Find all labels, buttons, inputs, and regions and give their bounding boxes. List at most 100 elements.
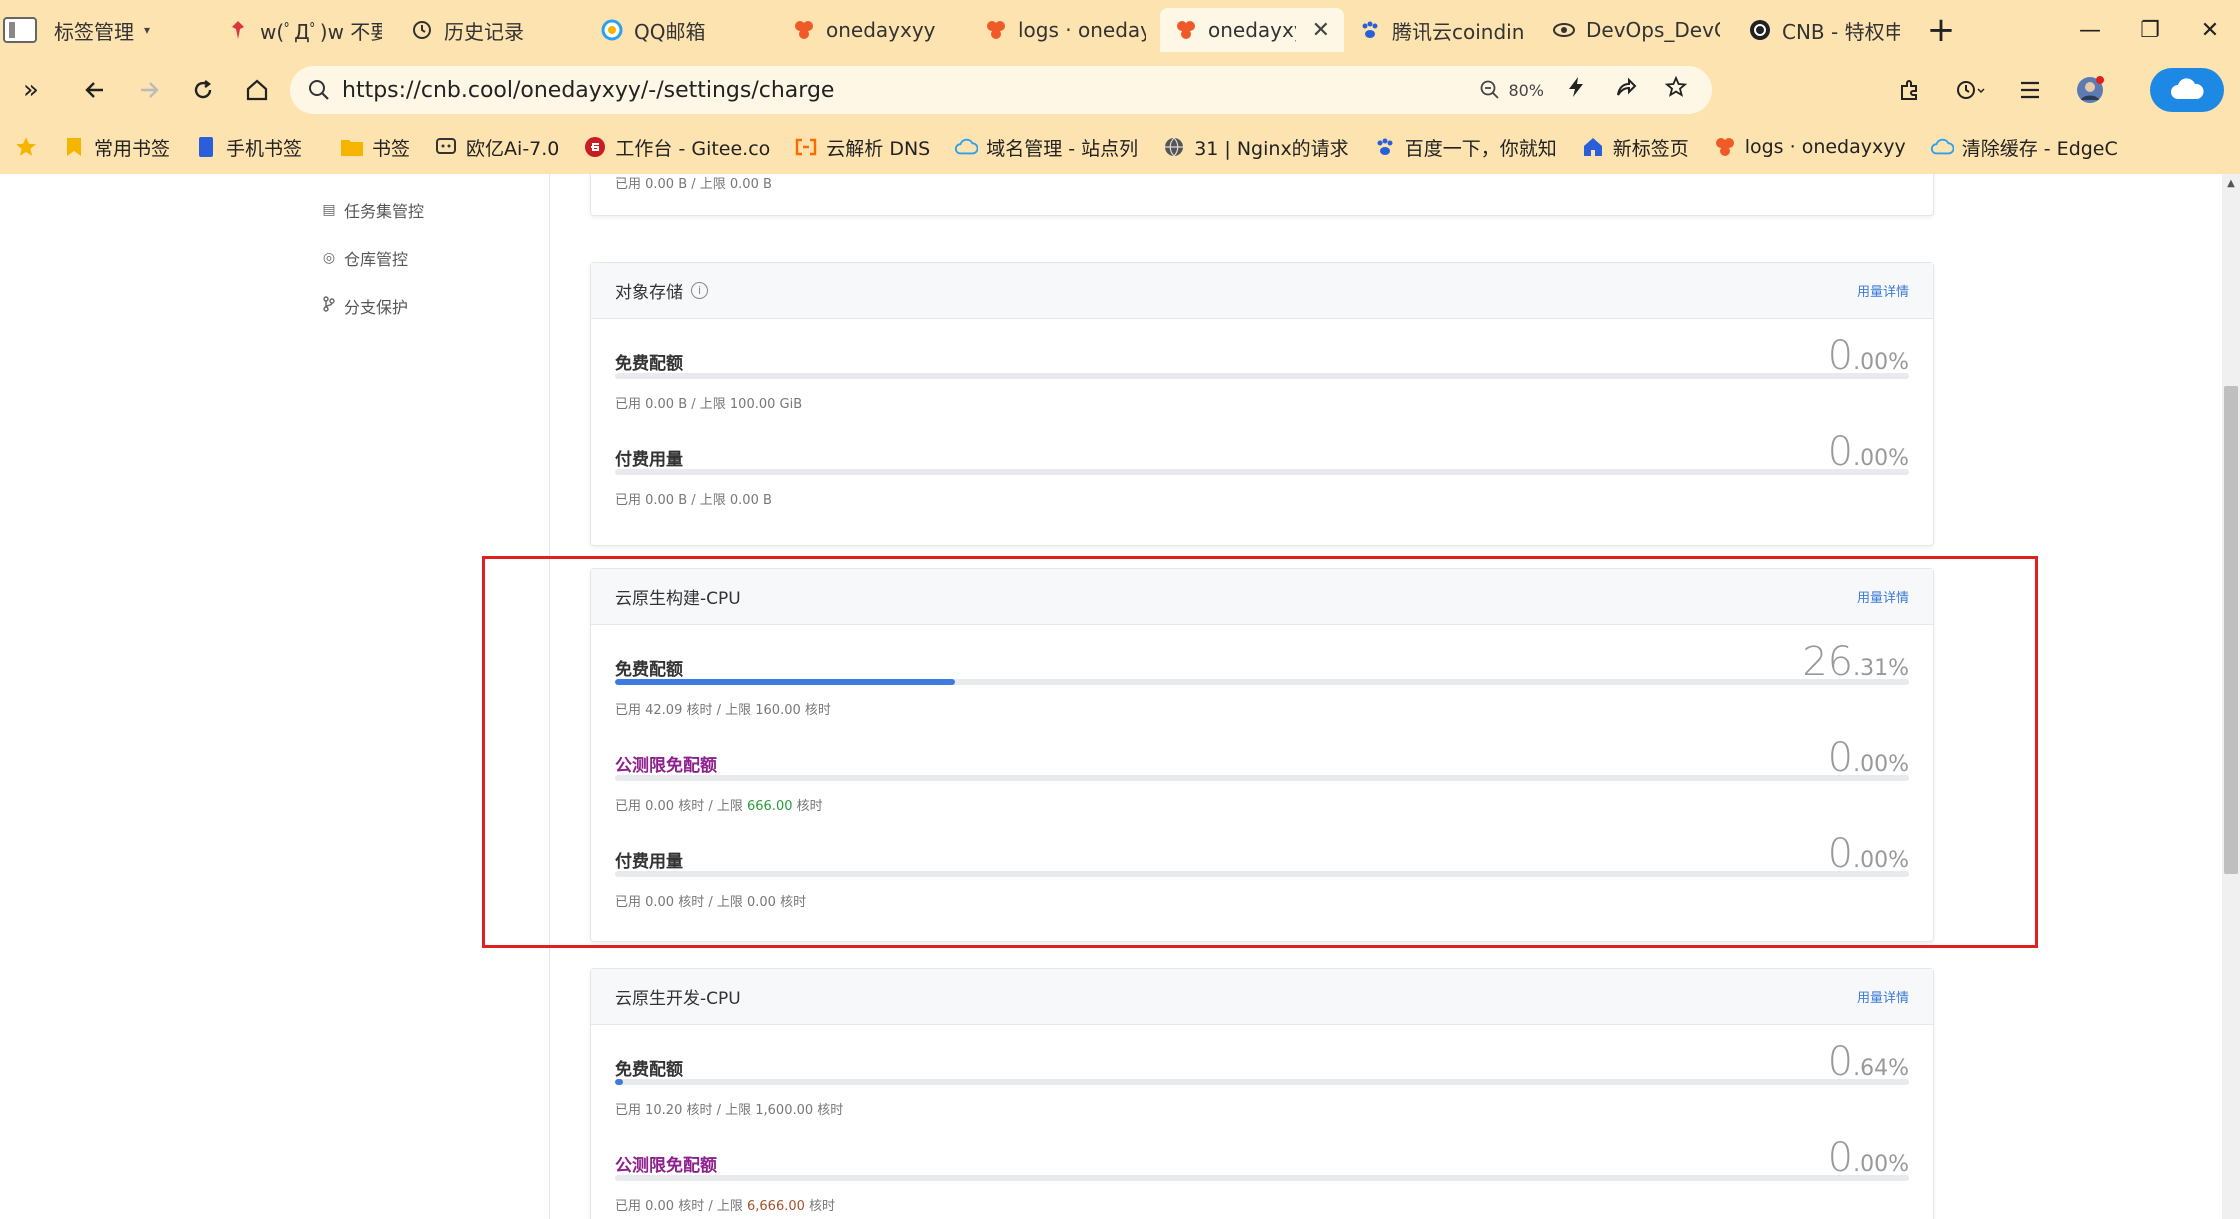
tab-qq-mail[interactable]: QQ邮箱 <box>586 8 778 52</box>
bookmarks-bar: 常用书签 手机书签 书签 欧亿Ai-7.0 工作台 - Gitee.co 云解析… <box>0 120 2240 174</box>
quota-label: 免费配额 <box>615 1060 683 1080</box>
window-controls: — ❐ ✕ <box>2060 0 2240 60</box>
address-bar[interactable]: https://cnb.cool/onedayxyy/-/settings/ch… <box>290 66 1712 114</box>
card-header: 对象存储 i 用量详情 <box>591 263 1933 319</box>
chevron-down-icon[interactable]: ▾ <box>144 23 150 37</box>
bookmark-label: 31 | Nginx的请求 <box>1194 137 1349 160</box>
bookmark-item[interactable]: 云解析 DNS <box>794 134 930 161</box>
tab-label: 腾讯云coindin <box>1392 19 1524 44</box>
cloud-icon <box>954 135 979 159</box>
bookmark-item[interactable]: 清除缓存 - EdgeC <box>1930 134 2118 161</box>
progress-bar <box>615 373 1909 379</box>
card-title: 云原生开发-CPU <box>615 989 741 1009</box>
cnb-icon <box>792 18 816 42</box>
url-text[interactable]: https://cnb.cool/onedayxyy/-/settings/ch… <box>342 78 834 103</box>
tab-label: 历史记录 <box>444 19 524 44</box>
star-icon[interactable] <box>1658 75 1694 104</box>
back-button[interactable] <box>68 63 122 117</box>
tab-history[interactable]: 历史记录 <box>396 8 586 52</box>
zoom-indicator[interactable]: 80% <box>1480 80 1544 100</box>
extensions-icon[interactable] <box>1882 63 1938 117</box>
tab-bookmark-manager[interactable]: 标签管理 ▾ <box>40 8 212 52</box>
tab-label: logs · oneday <box>1018 18 1146 42</box>
usage-details-link[interactable]: 用量详情 <box>1857 281 1909 300</box>
bookmark-item[interactable]: 手机书签 <box>194 134 302 161</box>
sidebar-item-branch-protection[interactable]: 分支保护 <box>322 294 408 318</box>
close-icon[interactable]: ✕ <box>1312 18 1330 43</box>
qq-mail-icon <box>600 18 624 42</box>
minimize-button[interactable]: — <box>2060 0 2120 60</box>
eye-icon <box>1552 18 1576 42</box>
sidebar-toggle-icon[interactable] <box>0 0 40 60</box>
progress-bar <box>615 1175 1909 1181</box>
bookmarks-star-icon[interactable] <box>14 135 38 159</box>
tab-label: QQ邮箱 <box>634 19 706 44</box>
forward-button[interactable] <box>122 63 176 117</box>
zoom-out-icon <box>1481 80 1500 99</box>
cloud-sync-button[interactable] <box>2150 68 2224 112</box>
usage-card-object-storage: 对象存储 i 用量详情 免费配额 0.00% 已用 0.00 B / 上限 10… <box>590 262 1934 546</box>
phone-icon <box>194 135 218 159</box>
cnb-dark-icon <box>1748 18 1772 42</box>
tab-label: 标签管理 <box>54 19 134 44</box>
history-dropdown-icon[interactable] <box>1942 63 1998 117</box>
home-button[interactable] <box>230 63 284 117</box>
aliyun-icon <box>794 135 818 159</box>
bookmark-item[interactable]: 31 | Nginx的请求 <box>1162 134 1349 161</box>
bookmark-item[interactable]: 常用书签 <box>62 134 170 161</box>
bookmark-item[interactable]: 工作台 - Gitee.co <box>583 134 770 161</box>
scroll-up-icon[interactable]: ▲ <box>2222 178 2240 189</box>
tab-active[interactable]: onedayxyy ✕ <box>1160 8 1344 52</box>
bookmark-item[interactable]: logs · onedayxyy <box>1713 135 1906 159</box>
usage-card-previous: 已用 0.00 B / 上限 0.00 B <box>590 174 1934 216</box>
tab[interactable]: onedayxyy <box>778 8 970 52</box>
scrollbar-thumb[interactable] <box>2224 386 2238 874</box>
window-close-button[interactable]: ✕ <box>2180 0 2240 60</box>
bookmark-label: 手机书签 <box>226 137 303 160</box>
tab[interactable]: logs · oneday <box>970 8 1160 52</box>
history-icon <box>410 18 434 42</box>
share-icon[interactable] <box>1608 76 1644 104</box>
sidebar-item-repos[interactable]: ◎ 仓库管控 <box>322 246 408 270</box>
usage-details-link[interactable]: 用量详情 <box>1857 987 1909 1006</box>
expand-icon[interactable]: » <box>4 63 58 117</box>
tab[interactable]: CNB - 特权申 <box>1734 8 1914 52</box>
chat-icon <box>434 135 458 159</box>
tab[interactable]: 腾讯云coindin <box>1344 8 1538 52</box>
bookmark-folder[interactable]: 书签 <box>340 134 410 161</box>
avatar[interactable] <box>2062 63 2118 117</box>
progress-bar <box>615 1079 1909 1085</box>
tab[interactable]: DevOps_DevC <box>1538 8 1734 52</box>
bookmark-item[interactable]: 新标签页 <box>1581 134 1689 161</box>
lightning-icon[interactable] <box>1558 76 1594 104</box>
bookmark-item[interactable]: 百度一下，你就知 <box>1373 134 1557 161</box>
home-icon <box>1581 135 1605 159</box>
quota-meta: 已用 0.00 核时 / 上限 6,666.00 核时 <box>615 1199 836 1214</box>
bookmark-label: 新标签页 <box>1612 137 1689 160</box>
tab[interactable]: w(ﾟДﾟ)w 不要 <box>212 8 396 52</box>
paw-icon <box>1358 18 1382 42</box>
reload-icon <box>194 80 212 99</box>
bookmark-item[interactable]: 欧亿Ai-7.0 <box>434 134 559 161</box>
reload-button[interactable] <box>176 63 230 117</box>
page-scrollbar[interactable]: ▲ <box>2222 174 2240 1219</box>
arrow-right-icon <box>141 82 159 98</box>
bookmark-label: logs · onedayxyy <box>1744 136 1906 158</box>
sidebar-item-label: 任务集管控 <box>344 202 425 221</box>
new-tab-button[interactable]: + <box>1914 8 1968 52</box>
info-icon[interactable]: i <box>691 282 708 299</box>
cloud-icon <box>1930 135 1954 159</box>
bookmark-item[interactable]: 域名管理 - 站点列 <box>954 134 1138 161</box>
tab-label: onedayxyy <box>826 18 936 42</box>
card-header: 云原生开发-CPU 用量详情 <box>591 969 1933 1025</box>
menu-icon[interactable] <box>2002 63 2058 117</box>
restore-button[interactable]: ❐ <box>2120 0 2180 60</box>
cnb-icon <box>1174 18 1198 42</box>
quota-meta: 已用 10.20 核时 / 上限 1,600.00 核时 <box>615 1103 844 1118</box>
sidebar-item-task-sets[interactable]: ▤ 任务集管控 <box>322 198 424 222</box>
zoom-level: 80% <box>1508 80 1544 100</box>
tab-label: DevOps_DevC <box>1586 18 1720 42</box>
tab-label: CNB - 特权申 <box>1782 19 1900 44</box>
gitee-icon <box>583 135 607 159</box>
paw-icon <box>1373 135 1397 159</box>
